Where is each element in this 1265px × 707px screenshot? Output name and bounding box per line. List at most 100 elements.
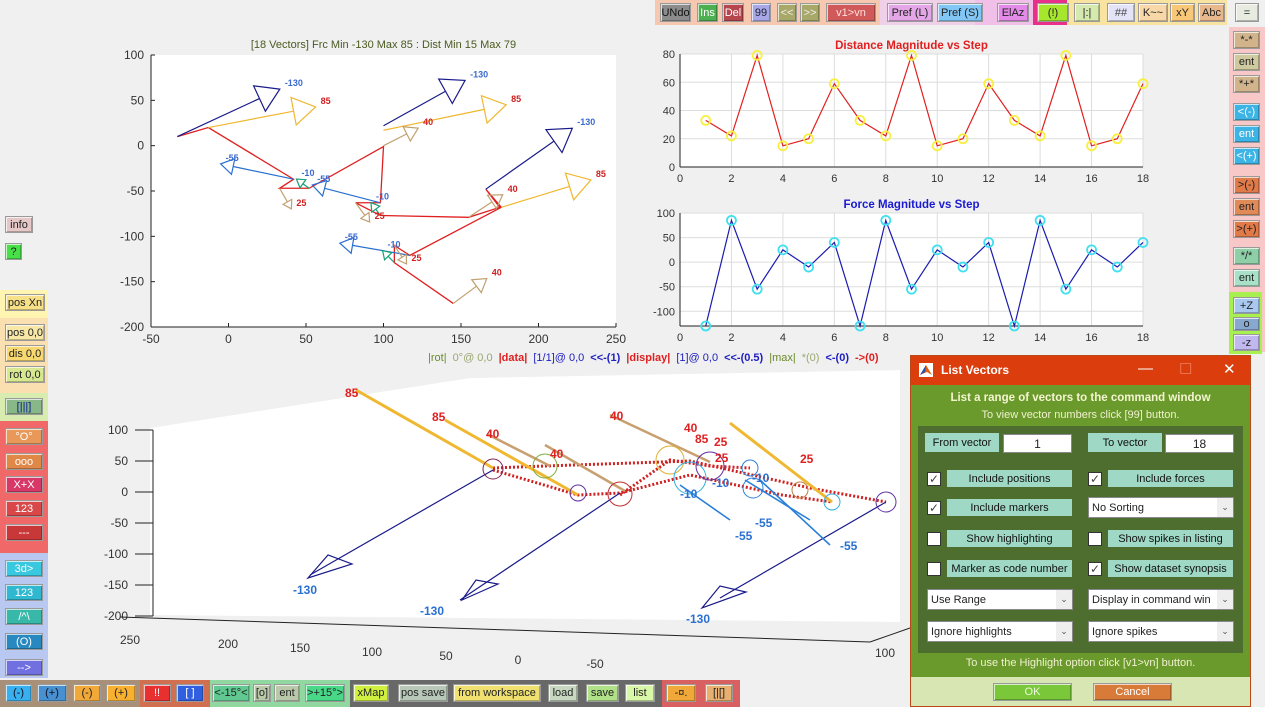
sorting-select[interactable]: No Sorting ⌄	[1088, 497, 1234, 518]
bottom-btn-sym[interactable]: (+)	[37, 684, 67, 702]
force-plot[interactable]: Force Magnitude vs Step 0 2 4 6 8 10 12 14 16 18 -1…	[650, 192, 1160, 347]
display-select[interactable]: Display in command win ⌄	[1088, 589, 1234, 610]
right-btn-sym[interactable]: <(-)	[1233, 103, 1260, 121]
include-positions-checkbox[interactable]: ✓	[927, 472, 941, 486]
top-btn-sym[interactable]: |:|	[1074, 3, 1100, 22]
include-markers-checkbox[interactable]: ✓	[927, 501, 941, 515]
bottom-btn-15[interactable]: <-15°<	[212, 684, 250, 702]
bottom-btn-xmap[interactable]: xMap	[353, 684, 389, 702]
ok-button[interactable]: OK	[993, 683, 1072, 701]
bottom-btn-o[interactable]: [o]	[253, 684, 271, 702]
top-btn-sym[interactable]: >>	[800, 3, 820, 22]
left-btn-sym[interactable]: ?	[5, 243, 22, 260]
bottom-btn-sym[interactable]: [|[]	[705, 684, 733, 702]
close-button[interactable]: ✕	[1223, 360, 1236, 378]
include-forces-label[interactable]: Include forces	[1108, 470, 1233, 487]
include-markers-label[interactable]: Include markers	[947, 499, 1072, 516]
left-btn-ooo[interactable]: ooo	[5, 453, 43, 470]
left-btn-3d[interactable]: 3d>	[5, 560, 43, 577]
left-btn-123[interactable]: 123	[5, 584, 43, 601]
marker-as-code-label[interactable]: Marker as code number	[947, 560, 1072, 577]
right-btn-ent[interactable]: ent	[1233, 125, 1260, 143]
right-btn-z[interactable]: +Z	[1233, 297, 1260, 314]
distance-plot[interactable]: Distance Magnitude vs Step0 2 4 6 8 10 12 14 16 1…	[650, 33, 1160, 188]
bottom-btn-sym[interactable]: [ ]	[176, 684, 204, 702]
right-btn-ent[interactable]: ent	[1233, 198, 1260, 216]
show-dataset-synopsis-label[interactable]: Show dataset synopsis	[1108, 560, 1233, 577]
vector-2d-chart[interactable]: [18 Vectors] Frc Min -130 Max 85 : Dist …	[100, 33, 640, 353]
right-btn-sym[interactable]: *-*	[1233, 31, 1260, 49]
cancel-button[interactable]: Cancel	[1093, 683, 1172, 701]
left-btn-o[interactable]: °O°	[5, 428, 43, 445]
top-btn-99[interactable]: 99	[751, 3, 771, 22]
bottom-btn-pos-save[interactable]: pos save	[398, 684, 448, 702]
top-btn-del[interactable]: Del	[722, 3, 744, 22]
top-btn-v1-vn[interactable]: v1>vn	[826, 3, 876, 22]
bottom-btn-sym[interactable]: (-)	[5, 684, 32, 702]
bottom-btn-sym[interactable]: (+)	[106, 684, 136, 702]
top-btn-pref-l[interactable]: Pref (L)	[887, 3, 933, 22]
left-btn-rot-0-0[interactable]: rot 0,0	[5, 366, 45, 383]
left-btn-sym[interactable]: [|||]	[5, 398, 43, 415]
bottom-btn-load[interactable]: load	[548, 684, 578, 702]
bottom-btn-sym[interactable]: (-)	[73, 684, 101, 702]
left-btn-dis-0-0[interactable]: dis 0,0	[5, 345, 45, 362]
top-btn-sym[interactable]: =	[1235, 3, 1259, 22]
show-spikes-checkbox[interactable]	[1088, 532, 1102, 546]
top-btn-sym[interactable]: ##	[1107, 3, 1135, 22]
force-chart[interactable]: Force Magnitude vs Step 0 2 4 6 8 10 12 14 16 18 -1…	[650, 192, 1160, 347]
top-btn-xy[interactable]: xY	[1170, 3, 1195, 22]
bottom-btn-sym[interactable]: !!	[143, 684, 171, 702]
show-highlighting-label[interactable]: Show highlighting	[947, 530, 1072, 547]
left-btn-sym[interactable]: /^\	[5, 608, 43, 625]
to-vector-input[interactable]: 18	[1165, 434, 1234, 453]
highlights-select[interactable]: Ignore highlights ⌄	[927, 621, 1073, 642]
marker-as-code-checkbox[interactable]	[927, 562, 941, 576]
left-btn-x-x[interactable]: X+X	[5, 476, 43, 493]
include-positions-label[interactable]: Include positions	[947, 470, 1072, 487]
left-btn-info[interactable]: info	[5, 216, 33, 233]
dialog-titlebar[interactable]: List Vectors — ☐ ✕	[911, 356, 1250, 385]
bottom-btn-save[interactable]: save	[586, 684, 619, 702]
top-btn-pref-s[interactable]: Pref (S)	[937, 3, 983, 22]
top-btn-sym[interactable]: <<	[777, 3, 797, 22]
vector-2d-plot[interactable]: [18 Vectors] Frc Min -130 Max 85 : Dist …	[100, 33, 640, 353]
show-dataset-synopsis-checkbox[interactable]: ✓	[1088, 562, 1102, 576]
spikes-select[interactable]: Ignore spikes ⌄	[1088, 621, 1234, 642]
top-btn-k[interactable]: K~~	[1138, 3, 1168, 22]
left-btn-sym[interactable]: ---	[5, 524, 43, 541]
right-btn-sym[interactable]: */*	[1233, 247, 1260, 265]
from-vector-input[interactable]: 1	[1003, 434, 1072, 453]
bottom-btn-list[interactable]: list	[625, 684, 655, 702]
right-btn-sym[interactable]: >(+)	[1233, 220, 1260, 238]
minimize-button[interactable]: —	[1138, 360, 1153, 377]
left-btn-pos-0-0[interactable]: pos 0,0	[5, 324, 45, 341]
bottom-btn-15[interactable]: >+15°>	[305, 684, 345, 702]
right-btn-sym[interactable]: *+*	[1233, 75, 1260, 93]
maximize-button[interactable]: ☐	[1179, 360, 1192, 378]
top-btn-ins[interactable]: Ins	[697, 3, 718, 22]
right-btn-ent[interactable]: ent	[1233, 269, 1260, 287]
right-btn-sym[interactable]: <(+)	[1233, 147, 1260, 165]
show-highlighting-checkbox[interactable]	[927, 532, 941, 546]
show-spikes-label[interactable]: Show spikes in listing	[1108, 530, 1233, 547]
right-btn-o[interactable]: o	[1233, 317, 1260, 331]
include-forces-checkbox[interactable]: ✓	[1088, 472, 1102, 486]
distance-chart[interactable]: Distance Magnitude vs Step 0 2 4 6 8 10 12 14 16 1…	[650, 33, 1160, 188]
right-btn-ent[interactable]: ent	[1233, 53, 1260, 71]
top-btn-undo[interactable]: UNdo	[660, 3, 691, 22]
vector-3d-plot[interactable]: -200 -150 -100 -50 0 50 100 250 200 150 100 50 0 -50 1…	[90, 365, 911, 680]
top-btn-sym[interactable]: (!)	[1037, 3, 1069, 22]
left-btn-123[interactable]: 123	[5, 500, 43, 517]
top-btn-elaz[interactable]: ElAz	[997, 3, 1029, 22]
right-btn-z[interactable]: -z	[1233, 334, 1260, 351]
vector-3d-chart[interactable]: -200 -150 -100 -50 0 50 100 250 200 150 100 50 0 -50 1…	[90, 365, 911, 680]
left-btn-sym[interactable]: -->	[5, 659, 43, 676]
top-btn-abc[interactable]: Abc	[1198, 3, 1225, 22]
left-btn-o[interactable]: (O)	[5, 633, 43, 650]
range-select[interactable]: Use Range ⌄	[927, 589, 1073, 610]
right-btn-sym[interactable]: >(-)	[1233, 176, 1260, 194]
bottom-btn-from-workspace[interactable]: from workspace	[453, 684, 541, 702]
left-btn-pos-xn[interactable]: pos Xn	[5, 294, 45, 311]
bottom-btn-ent[interactable]: ent	[274, 684, 300, 702]
